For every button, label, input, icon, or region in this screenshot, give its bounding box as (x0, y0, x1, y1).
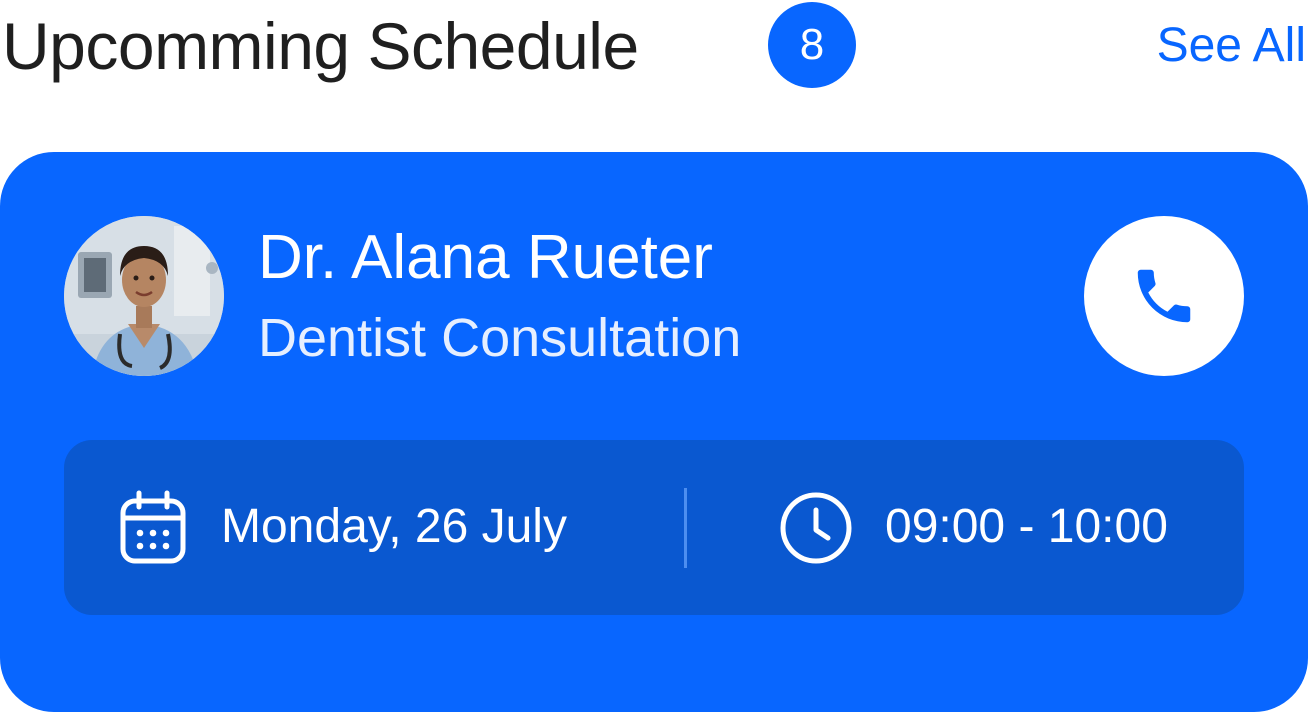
consultation-type: Dentist Consultation (258, 308, 742, 368)
phone-icon (1137, 269, 1191, 323)
calendar-icon (120, 490, 186, 564)
appointment-card[interactable]: Dr. Alana Rueter Dentist Consultation Mo… (0, 152, 1308, 712)
divider (684, 488, 687, 568)
call-button[interactable] (1084, 216, 1244, 376)
clock-icon (780, 492, 852, 564)
schedule-count-badge: 8 (768, 2, 856, 88)
doctor-name: Dr. Alana Rueter (258, 223, 713, 292)
see-all-link[interactable]: See All (1157, 16, 1306, 76)
section-title: Upcomming Schedule (2, 9, 639, 83)
doctor-avatar (64, 216, 224, 376)
appointment-time: 09:00 - 10:00 (885, 500, 1168, 553)
schedule-header: Upcomming Schedule 8 See All (0, 0, 1308, 100)
appointment-date: Monday, 26 July (221, 500, 567, 553)
appointment-details: Monday, 26 July 09:00 - 10:00 (64, 440, 1244, 615)
